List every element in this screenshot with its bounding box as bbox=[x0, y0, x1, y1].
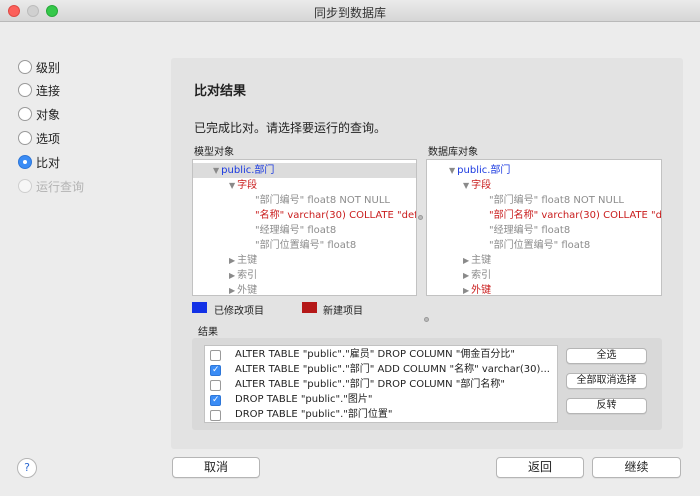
disclosure-down-icon: ▼ bbox=[463, 181, 470, 190]
deselect-all-button[interactable]: 全部取消选择 bbox=[566, 373, 647, 389]
result-checkbox-checked[interactable] bbox=[210, 393, 221, 407]
disclosure-right-icon: ▶ bbox=[463, 286, 470, 295]
step-options[interactable]: 选项 bbox=[18, 129, 60, 147]
step-connection[interactable]: 连接 bbox=[18, 81, 60, 99]
model-objects-label: 模型对象 bbox=[194, 147, 234, 158]
invert-selection-button[interactable]: 反转 bbox=[566, 398, 647, 414]
back-button[interactable]: 返回 bbox=[496, 457, 584, 478]
tree-leaf-field[interactable]: "部门名称" varchar(30) COLLATE "default" bbox=[489, 208, 661, 223]
tree-leaf-field[interactable]: "部门位置编号" float8 bbox=[489, 238, 590, 253]
model-objects-tree[interactable]: ▼ public.部门 ▼ 字段 "部门编号" float8 NOT NULL "名… bbox=[192, 159, 417, 296]
splitter-handle[interactable] bbox=[424, 317, 429, 322]
cancel-button[interactable]: 取消 bbox=[172, 457, 260, 478]
radio-disabled-icon bbox=[18, 179, 32, 193]
tree-leaf-field[interactable]: "经理编号" float8 bbox=[489, 223, 570, 238]
disclosure-right-icon: ▶ bbox=[463, 271, 470, 280]
disclosure-down-icon: ▼ bbox=[213, 166, 220, 175]
step-label: 运行查询 bbox=[36, 179, 85, 194]
tree-node-indexes[interactable]: ▶ 索引 bbox=[463, 268, 491, 283]
result-row[interactable]: ALTER TABLE "public"."部门" DROP COLUMN "部… bbox=[205, 378, 557, 392]
select-all-button[interactable]: 全选 bbox=[566, 348, 647, 364]
step-label: 比对 bbox=[36, 155, 61, 170]
tree-node-fields[interactable]: ▼ 字段 bbox=[229, 178, 257, 193]
result-row[interactable]: DROP TABLE "public"."部门位置" bbox=[205, 408, 557, 422]
tree-node-indexes[interactable]: ▶ 索引 bbox=[229, 268, 257, 283]
tree-leaf-field[interactable]: "部门编号" float8 NOT NULL bbox=[255, 193, 390, 208]
result-row[interactable]: ALTER TABLE "public"."雇员" DROP COLUMN "佣… bbox=[205, 348, 557, 362]
disclosure-right-icon: ▶ bbox=[229, 256, 236, 265]
modified-color-swatch bbox=[192, 302, 207, 313]
new-color-swatch bbox=[302, 302, 317, 313]
splitter-handle[interactable] bbox=[418, 215, 423, 220]
modified-legend-label: 已修改项目 bbox=[214, 306, 264, 317]
tree-node-primary-key[interactable]: ▶ 主键 bbox=[229, 253, 257, 268]
radio-icon bbox=[18, 83, 32, 97]
disclosure-right-icon: ▶ bbox=[229, 271, 236, 280]
step-compare[interactable]: 比对 bbox=[18, 153, 60, 171]
step-label: 选项 bbox=[36, 131, 61, 146]
radio-icon bbox=[18, 107, 32, 121]
step-label: 对象 bbox=[36, 107, 61, 122]
continue-button[interactable]: 继续 bbox=[592, 457, 681, 478]
tree-node-root[interactable]: ▼ public.部门 bbox=[213, 163, 274, 178]
result-row[interactable]: ALTER TABLE "public"."部门" ADD COLUMN "名称… bbox=[205, 363, 557, 377]
tree-leaf-field[interactable]: "经理编号" float8 bbox=[255, 223, 336, 238]
tree-node-primary-key[interactable]: ▶ 主键 bbox=[463, 253, 491, 268]
step-label: 连接 bbox=[36, 83, 61, 98]
disclosure-down-icon: ▼ bbox=[229, 181, 236, 190]
radio-icon bbox=[18, 131, 32, 145]
step-run-query: 运行查询 bbox=[18, 177, 84, 195]
database-objects-tree[interactable]: ▼ public.部门 ▼ 字段 "部门编号" float8 NOT NULL "部… bbox=[426, 159, 662, 296]
title-bar: 同步到数据库 bbox=[0, 0, 700, 22]
tree-leaf-field[interactable]: "部门编号" float8 NOT NULL bbox=[489, 193, 624, 208]
tree-leaf-field[interactable]: "名称" varchar(30) COLLATE "default" bbox=[255, 208, 416, 223]
result-checkbox[interactable] bbox=[210, 410, 221, 421]
disclosure-right-icon: ▶ bbox=[463, 256, 470, 265]
result-row[interactable]: DROP TABLE "public"."图片" bbox=[205, 393, 557, 407]
result-checkbox[interactable] bbox=[210, 380, 221, 391]
results-list[interactable]: ALTER TABLE "public"."雇员" DROP COLUMN "佣… bbox=[204, 345, 558, 423]
tree-node-foreign-keys[interactable]: ▶ 外键 bbox=[229, 283, 257, 295]
database-objects-label: 数据库对象 bbox=[428, 147, 478, 158]
tree-node-foreign-keys[interactable]: ▶ 外键 bbox=[463, 283, 491, 295]
result-checkbox[interactable] bbox=[210, 350, 221, 361]
results-label: 结果 bbox=[198, 327, 218, 338]
page-title: 比对结果 bbox=[194, 84, 247, 99]
step-level[interactable]: 级别 bbox=[18, 58, 60, 76]
tree-node-root[interactable]: ▼ public.部门 bbox=[449, 163, 510, 178]
tree-leaf-field[interactable]: "部门位置编号" float8 bbox=[255, 238, 356, 253]
disclosure-down-icon: ▼ bbox=[449, 166, 456, 175]
step-label: 级别 bbox=[36, 60, 61, 75]
window-title: 同步到数据库 bbox=[313, 6, 386, 20]
instruction-text: 已完成比对。请选择要运行的查询。 bbox=[194, 121, 387, 135]
radio-icon bbox=[18, 60, 32, 74]
tree-node-fields[interactable]: ▼ 字段 bbox=[463, 178, 491, 193]
result-checkbox-checked[interactable] bbox=[210, 363, 221, 377]
new-legend-label: 新建项目 bbox=[323, 306, 363, 317]
help-button[interactable]: ? bbox=[17, 458, 37, 478]
step-objects[interactable]: 对象 bbox=[18, 105, 60, 123]
disclosure-right-icon: ▶ bbox=[229, 286, 236, 295]
radio-selected-icon bbox=[18, 155, 32, 169]
